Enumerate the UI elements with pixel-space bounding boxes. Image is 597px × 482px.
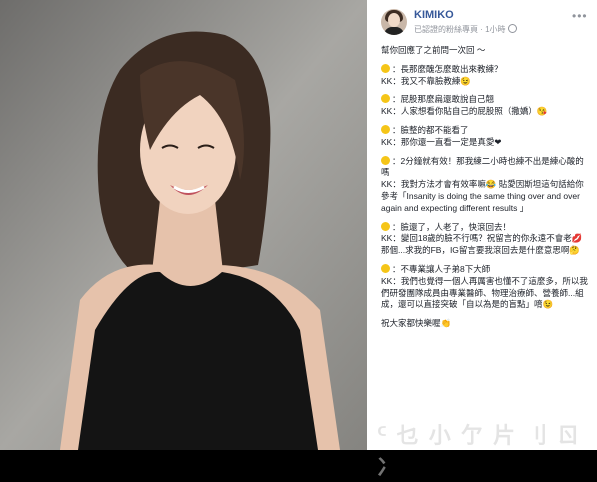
post-panel: KIMIKO 已認證的粉絲專頁 · 1小時 ••• 幫你回應了之前問一次回 ～ …: [367, 0, 597, 450]
qa-block: ：2分鐘就有效！那我練二小時也練不出是練心酸的嗎 KK：我對方法才會有效率嘛😂 …: [381, 155, 584, 213]
post-photo[interactable]: [0, 0, 367, 450]
thinking-emoji-icon: [381, 63, 390, 73]
thinking-emoji-icon: [381, 124, 390, 134]
post-outro: 祝大家都快樂喔👏: [381, 318, 452, 329]
thinking-emoji-icon: [381, 263, 390, 273]
qa-block: ：不專業讓人子弟8下大師 KK：我們也覺得一個人再厲害也懂不了這麼多，所以我們研…: [381, 263, 588, 310]
page-subtitle: 已認證的粉絲專頁 · 1小時: [414, 24, 517, 35]
thinking-emoji-icon: [381, 94, 390, 104]
page-name[interactable]: KIMIKO: [414, 9, 454, 21]
qa-block: ：臉還了，人老了，快滾回去！ KK：變回18歲的臉不行嗎？祝留言的你永遠不會老💋…: [381, 221, 583, 256]
post-header: KIMIKO 已認證的粉絲專頁 · 1小時 •••: [367, 0, 597, 40]
avatar[interactable]: [381, 9, 407, 35]
qa-block: ：臉整的都不能看了 KK：那你還一直看一定是真愛❤: [381, 124, 502, 147]
portrait-illustration: [0, 0, 367, 450]
post-text: 幫你回應了之前問一次回 ～ ：長那麼醜怎麼敢出來教練？ KK：我又不靠臉教練😉 …: [381, 45, 591, 337]
globe-icon: [507, 24, 517, 33]
thinking-emoji-icon: [381, 221, 390, 231]
qa-block: ：長那麼醜怎麼敢出來教練？ KK：我又不靠臉教練😉: [381, 63, 503, 86]
more-options-icon[interactable]: •••: [572, 9, 588, 23]
post-intro: 幫你回應了之前問一次回 ～: [381, 45, 486, 55]
qa-block: ：屁股那麼扁還敢說自己翹 KK：人家想看你貼自己的屁股照（撒嬌）😘: [381, 94, 548, 117]
thinking-emoji-icon: [381, 155, 390, 165]
watermark: ᑦ 乜 小 亇 片 刂 ㄖ 冫: [377, 423, 582, 480]
